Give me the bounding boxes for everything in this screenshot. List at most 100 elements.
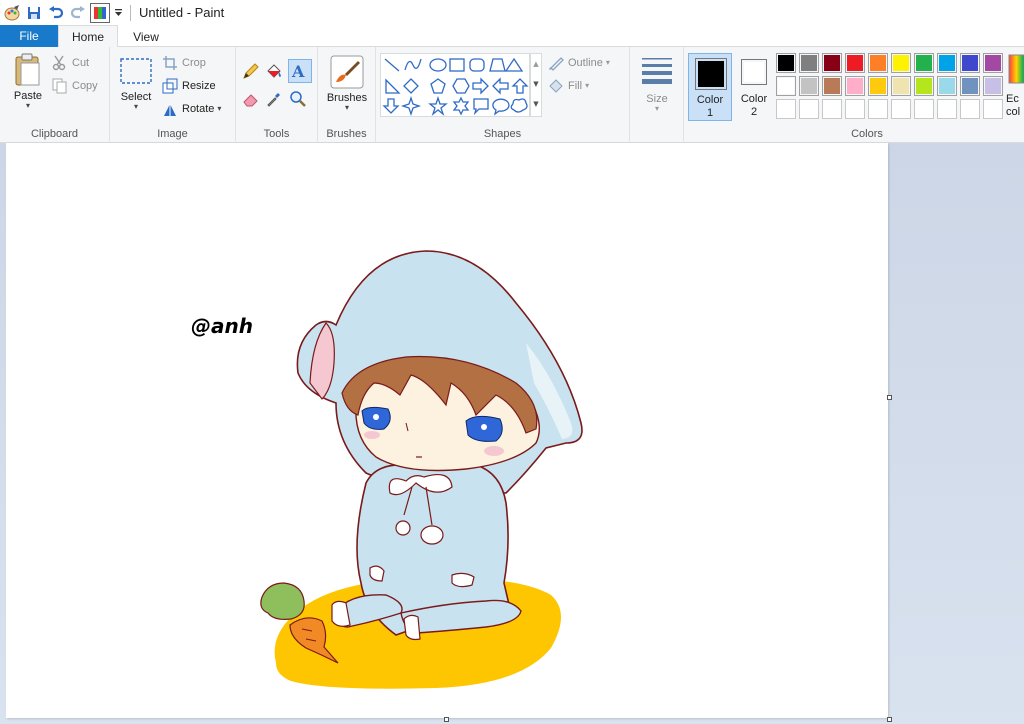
copy-label: Copy (72, 80, 98, 92)
palette-swatch-empty[interactable] (983, 99, 1003, 119)
canvas-resize-handle-bottom[interactable] (444, 717, 449, 722)
chevron-down-icon: ▾ (654, 104, 659, 113)
quick-access-toolbar (0, 0, 124, 25)
color-palette-quick-icon[interactable] (90, 2, 110, 23)
redo-icon[interactable] (68, 3, 88, 23)
palette-swatch[interactable] (914, 76, 934, 96)
workspace: @anh (0, 143, 1024, 724)
palette-swatch[interactable] (983, 53, 1003, 73)
palette-swatch[interactable] (799, 53, 819, 73)
palette-swatch-empty[interactable] (914, 99, 934, 119)
crop-button[interactable]: Crop (162, 53, 206, 73)
palette-swatch-empty[interactable] (937, 99, 957, 119)
palette-swatch[interactable] (822, 53, 842, 73)
palette-swatch[interactable] (868, 76, 888, 96)
palette-swatch[interactable] (937, 76, 957, 96)
size-button[interactable]: Size ▾ (636, 55, 678, 113)
palette-swatch[interactable] (960, 76, 980, 96)
palette-swatch[interactable] (822, 76, 842, 96)
up-arrow-shape-icon (511, 78, 529, 94)
palette-swatch[interactable] (937, 53, 957, 73)
copy-icon (52, 78, 67, 94)
paint-app-icon[interactable] (2, 3, 22, 23)
polygon-shape-icon (489, 58, 506, 72)
brushes-button[interactable]: Brushes ▾ (324, 55, 370, 112)
tab-file[interactable]: File (0, 25, 58, 47)
palette-swatch-empty[interactable] (822, 99, 842, 119)
oval-callout-shape-icon (492, 98, 510, 116)
colors-group: Color 1 Color 2 Ec col Colors (684, 47, 1024, 143)
drawing-canvas[interactable]: @anh (6, 143, 888, 718)
resize-icon (162, 78, 178, 94)
palette-swatch[interactable] (960, 53, 980, 73)
chevron-down-icon: ▾ (605, 58, 610, 67)
color-1-swatch (695, 58, 727, 90)
palette-swatch[interactable] (914, 53, 934, 73)
palette-swatch-empty[interactable] (799, 99, 819, 119)
color-1-button[interactable]: Color 1 (688, 53, 732, 121)
color-2-button[interactable]: Color 2 (734, 53, 774, 121)
palette-swatch[interactable] (799, 76, 819, 96)
undo-icon[interactable] (46, 3, 66, 23)
rotate-label: Rotate (182, 103, 215, 115)
color-picker-tool[interactable] (265, 89, 287, 109)
color-1-number: 1 (706, 107, 714, 119)
pentagon-shape-icon (430, 78, 446, 94)
pencil-tool[interactable] (242, 61, 264, 81)
tab-home[interactable]: Home (58, 25, 118, 48)
right-triangle-shape-icon (385, 78, 401, 94)
fill-tool[interactable] (265, 61, 287, 81)
resize-button[interactable]: Resize (162, 76, 216, 96)
color-1-label: Color (696, 94, 724, 106)
canvas-resize-handle-corner[interactable] (887, 717, 892, 722)
rotate-icon (164, 104, 176, 116)
title-separator (130, 4, 131, 21)
four-point-star-shape-icon (400, 95, 422, 117)
palette-swatch-empty[interactable] (960, 99, 980, 119)
text-tool[interactable]: A (288, 59, 312, 83)
save-icon[interactable] (24, 3, 44, 23)
rotate-button[interactable]: Rotate ▾ (162, 99, 221, 119)
shapes-gallery[interactable] (380, 53, 530, 117)
fill-button[interactable]: Fill ▾ (548, 76, 589, 96)
paste-button[interactable]: Paste ▾ (8, 53, 48, 110)
palette-swatch-empty[interactable] (891, 99, 911, 119)
palette-swatch[interactable] (891, 76, 911, 96)
scroll-down-icon[interactable]: ▼ (531, 74, 541, 94)
palette-swatch[interactable] (776, 76, 796, 96)
colors-group-label: Colors (851, 128, 883, 140)
eraser-tool[interactable] (242, 89, 264, 109)
svg-text:A: A (291, 62, 305, 80)
palette-swatch[interactable] (845, 53, 865, 73)
chevron-down-icon: ▾ (133, 102, 138, 111)
outline-button[interactable]: Outline ▾ (548, 53, 610, 73)
tools-group: A Tools (236, 47, 318, 143)
shapes-gallery-icons (382, 57, 529, 117)
edit-colors-button[interactable]: Ec col (1006, 53, 1024, 121)
select-button[interactable]: Select ▾ (116, 57, 156, 111)
line-shape-icon (384, 58, 400, 72)
palette-swatch-empty[interactable] (776, 99, 796, 119)
scroll-up-icon[interactable]: ▲ (531, 54, 541, 74)
tab-view[interactable]: View (120, 25, 172, 48)
palette-swatch[interactable] (891, 53, 911, 73)
customize-toolbar-icon[interactable] (112, 3, 124, 23)
oval-shape-icon (429, 58, 447, 72)
palette-swatch-empty[interactable] (868, 99, 888, 119)
cut-button[interactable]: Cut (52, 53, 89, 73)
palette-swatch[interactable] (983, 76, 1003, 96)
magnifier-tool[interactable] (288, 89, 312, 109)
palette-swatch[interactable] (845, 76, 865, 96)
copy-button[interactable]: Copy (52, 76, 98, 96)
cut-label: Cut (72, 57, 90, 69)
palette-swatch-empty[interactable] (845, 99, 865, 119)
palette-swatch[interactable] (868, 53, 888, 73)
shapes-scrollbar[interactable]: ▲ ▼ ▼ (530, 53, 542, 117)
chevron-down-icon: ▾ (585, 81, 590, 90)
canvas-resize-handle-right[interactable] (887, 395, 892, 400)
triangle-shape-icon (504, 57, 524, 72)
clipboard-group-label: Clipboard (30, 128, 79, 140)
palette-swatch[interactable] (776, 53, 796, 73)
expand-gallery-icon[interactable]: ▼ (531, 94, 541, 114)
window-title: Untitled - Paint (139, 5, 225, 20)
